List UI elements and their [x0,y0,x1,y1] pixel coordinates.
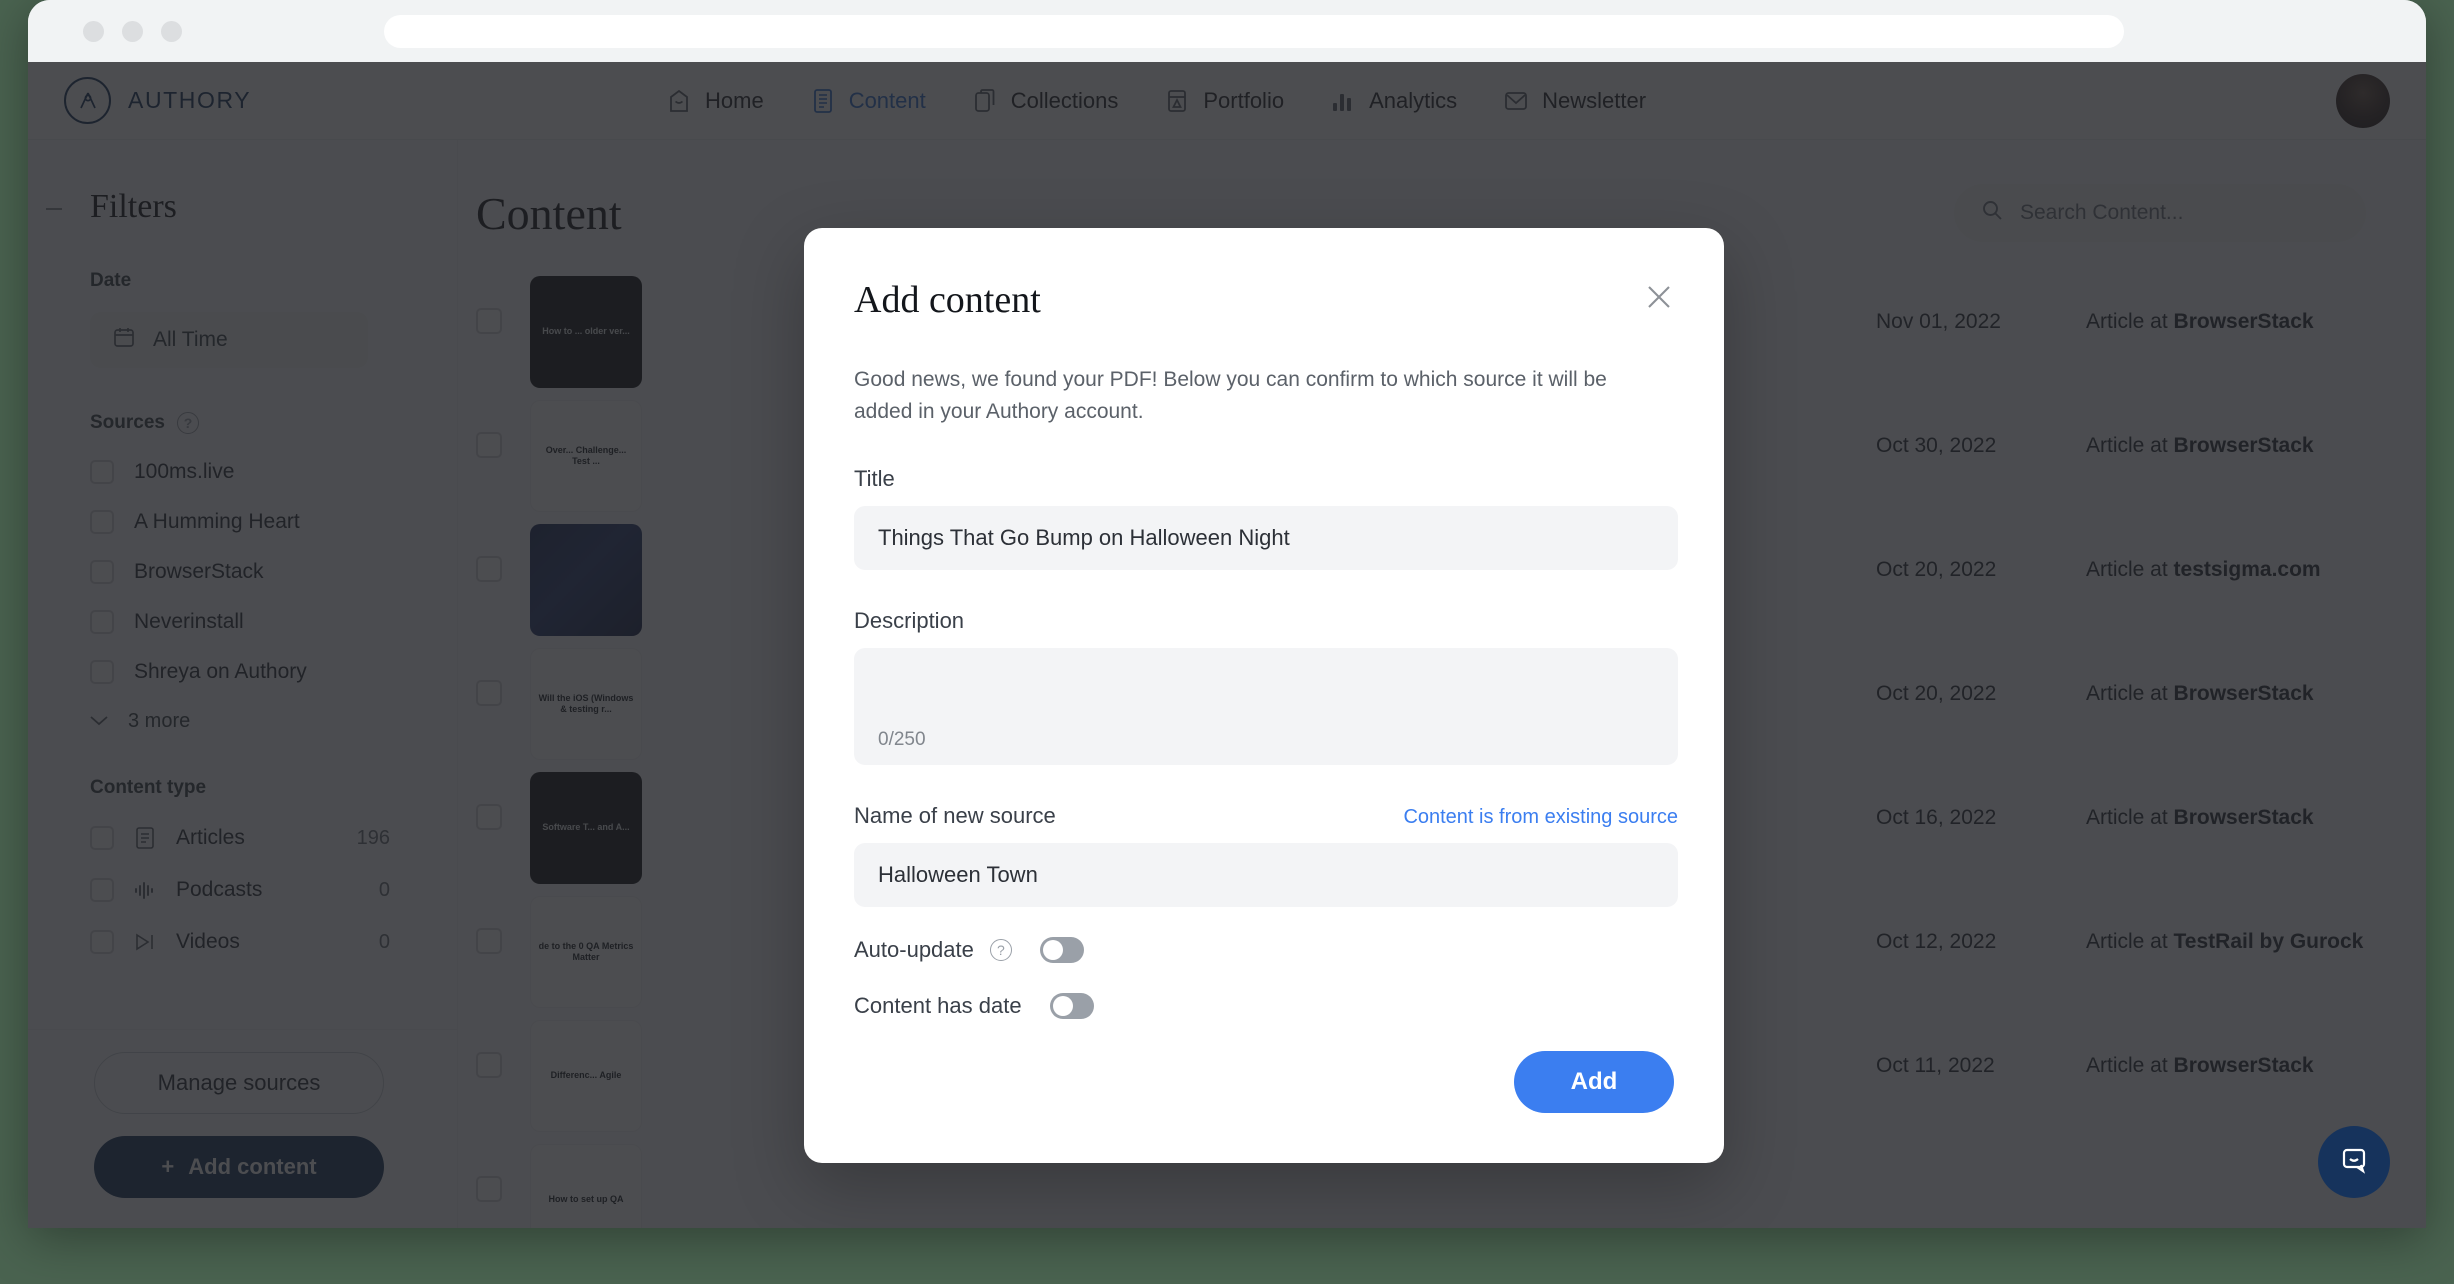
close-window-button[interactable] [83,20,104,42]
help-icon[interactable]: ? [989,938,1012,961]
source-input-value: Halloween Town [878,861,1038,887]
browser-chrome [28,0,2426,62]
content-has-date-toggle[interactable] [1049,992,1094,1019]
autoupdate-toggle[interactable] [1039,936,1084,963]
chat-icon [2337,1143,2371,1182]
source-input[interactable]: Halloween Town [854,842,1678,907]
chat-widget-button[interactable] [2318,1126,2390,1198]
description-field-label: Description [854,607,965,633]
character-counter: 0/250 [878,728,926,750]
existing-source-link[interactable]: Content is from existing source [1403,806,1678,829]
add-content-modal: Add content Good news, we found your PDF… [804,228,1724,1163]
content-has-date-row: Content has date [854,992,1674,1019]
description-textarea[interactable]: 0/250 [854,647,1678,765]
maximize-window-button[interactable] [161,20,182,42]
title-field-label: Title [854,465,895,491]
traffic-lights [83,20,182,42]
modal-description: Good news, we found your PDF! Below you … [854,368,1607,423]
address-bar[interactable] [384,15,2124,48]
source-field-row: Name of new source Content is from exist… [854,803,1678,829]
minimize-window-button[interactable] [122,20,143,42]
app-root: AUTHORY Home Conten [28,62,2426,1228]
autoupdate-label: Auto-update [854,936,974,962]
toggle-knob [1052,995,1073,1016]
add-button-label: Add [1570,1068,1618,1095]
add-button[interactable]: Add [1514,1051,1674,1113]
toggle-knob [1042,939,1063,960]
content-has-date-label: Content has date [854,992,1022,1018]
source-field-label: Name of new source [854,802,1056,828]
autoupdate-row: Auto-update ? [854,936,1674,963]
browser-window: AUTHORY Home Conten [28,0,2426,1228]
title-input[interactable]: Things That Go Bump on Halloween Night [854,505,1678,570]
modal-title: Add content [854,279,1041,321]
close-icon[interactable] [1642,280,1676,314]
title-input-value: Things That Go Bump on Halloween Night [878,524,1290,550]
